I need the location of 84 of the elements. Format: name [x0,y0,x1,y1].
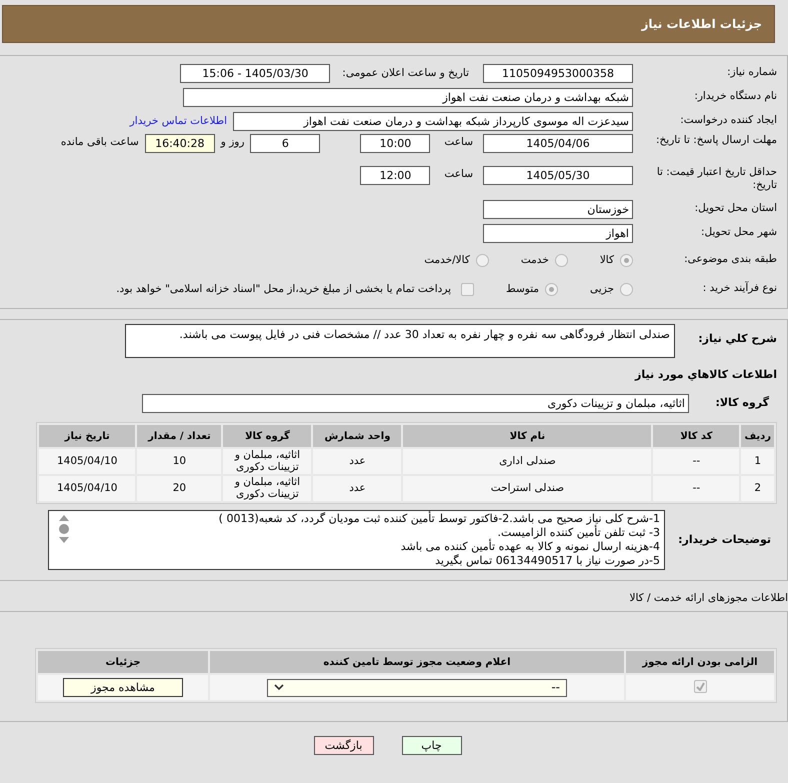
text-field[interactable]: سیدعزت اله موسوی کارپرداز شبکه بهداشت و درمان صنعت نفت اهواز [233,112,633,130]
field-label: نوع فرآیند خرید : [702,282,777,296]
text-field[interactable]: اثاثیه، مبلمان و تزیینات دکوری [142,394,689,412]
table-cell: 10 [137,449,222,474]
time-field[interactable]: 12:00 [360,166,430,185]
table-cell: 2 [741,476,774,501]
table-cell: صندلی استراحت [403,476,652,501]
scroll-thumb-icon[interactable] [59,524,69,534]
field-label: حداقل تاریخ اعتبار قیمت: تا تاریخ: [656,166,777,192]
note-line: 1-شرح کلی نیاز صحیح می باشد.2-فاکتور توسط تأمین کننده ثبت مودیان گردد، کد شعبه(0013 ) [218,512,660,525]
radio-button[interactable] [620,282,633,296]
column-header: تعداد / مقدار [137,425,222,447]
print-button[interactable]: چاپ [402,736,462,755]
option-label: خدمت [520,254,549,266]
caret-icon [274,684,284,691]
note-line: 3- ثبت تلفن تأمین کننده الزامیست. [497,526,660,539]
field-label: شماره نیاز: [726,66,777,80]
checkbox[interactable] [461,282,474,296]
text-field[interactable]: اهواز [483,224,633,242]
field-label: طبقه بندی موضوعی: [683,253,777,267]
field-label: نام دستگاه خریدار: [693,90,777,104]
field-label: توضیحات خریدار: [678,532,771,546]
scroll-up-icon[interactable] [59,515,69,521]
field-label: استان محل تحویل: [694,202,777,216]
table-cell: 1405/04/10 [39,449,136,474]
date-field[interactable]: 1405/04/06 [483,134,633,153]
scroll-down-icon[interactable] [59,537,69,543]
field-label: روز و [220,136,244,148]
column-header: نام کالا [403,425,652,447]
time-field[interactable]: 10:00 [360,134,430,153]
text-field[interactable]: 6 [250,134,320,153]
column-header: گروه کالا [223,425,312,447]
field-label: تاریخ و ساعت اعلان عمومی: [342,67,469,79]
field-label: ساعت باقی مانده [60,136,139,148]
table-cell: اثاثیه، مبلمان و تزیینات دکوری [223,449,312,474]
radio-button[interactable] [545,282,558,296]
table-cell: اثاثیه، مبلمان و تزیینات دکوری [223,476,312,501]
back-button[interactable]: بازگشت [314,736,374,755]
field-label: مهلت ارسال پاسخ: تا تاریخ: [654,134,777,148]
radio-button[interactable] [620,254,633,266]
column-header: اعلام وضعیت مجوز توسط تامین کننده [210,651,624,673]
option-label: متوسط [506,283,540,295]
note-line: 5-در صورت نیاز با 06134490517 تماس بگیرید [435,554,660,567]
section-title: اطلاعات کالاهاي مورد نياز [635,368,777,380]
time-field[interactable]: 16:40:28 [144,134,215,153]
field-label: شرح کلي نياز: [698,332,777,345]
column-header: تاریخ نیاز [39,425,136,447]
description-field[interactable]: صندلی انتظار فرودگاهی سه نفره و چهار نفره به تعداد 30 عدد // مشخصات فنی در فایل پیوست می باشند. [125,324,675,358]
table-cell: عدد [313,476,402,501]
field-label: گروه کالا: [715,396,769,409]
page-title: جزئیات اطلاعات نیاز [641,17,762,31]
radio-button[interactable] [554,254,568,266]
text-field[interactable]: 1405/03/30 - 15:06 [180,64,330,82]
text-field[interactable]: شبکه بهداشت و درمان صنعت نفت اهواز [183,88,633,106]
view-permit-button[interactable]: مشاهده مجوز [63,678,183,697]
field-label: ساعت [444,168,473,180]
column-header: الزامی بودن ارائه مجوز [626,651,774,673]
option-label: جزیی [590,283,614,295]
table-cell: 1 [741,449,774,474]
option-label: کالا [600,254,614,266]
table-cell: -- [653,449,740,474]
field-label: ایجاد کننده درخواست: [679,114,777,128]
note-line: 4-هزینه ارسال نمونه و کالا به عهده تأمین کننده می باشد [400,540,660,553]
column-header: ردیف [741,425,774,447]
field-label: ساعت [444,136,473,148]
radio-button[interactable] [476,254,489,266]
payment-note: پرداخت تمام یا بخشی از مبلغ خرید،از محل "اسناد خزانه اسلامی" خواهد بود. [116,283,452,295]
field-label: شهر محل تحویل: [700,226,777,240]
text-field[interactable]: خوزستان [483,200,633,218]
table-cell: صندلی اداری [403,449,652,474]
table-cell: 1405/04/10 [39,476,136,501]
contact-link[interactable]: اطلاعات تماس خریدار [130,115,227,127]
column-header: جزئیات [38,651,208,673]
table-cell: 20 [137,476,222,501]
section-title: اطلاعات مجوزهای ارائه خدمت / کالا [629,592,788,604]
notes-field[interactable] [48,510,665,570]
option-label: کالا/خدمت [424,254,470,266]
column-header: واحد شمارش [313,425,402,447]
column-header: کد کالا [653,425,740,447]
table-cell: عدد [313,449,402,474]
text-field[interactable]: 1105094953000358 [483,64,633,82]
status-dropdown[interactable]: -- [267,678,567,696]
date-field[interactable]: 1405/05/30 [483,166,633,185]
table-cell: -- [653,476,740,501]
